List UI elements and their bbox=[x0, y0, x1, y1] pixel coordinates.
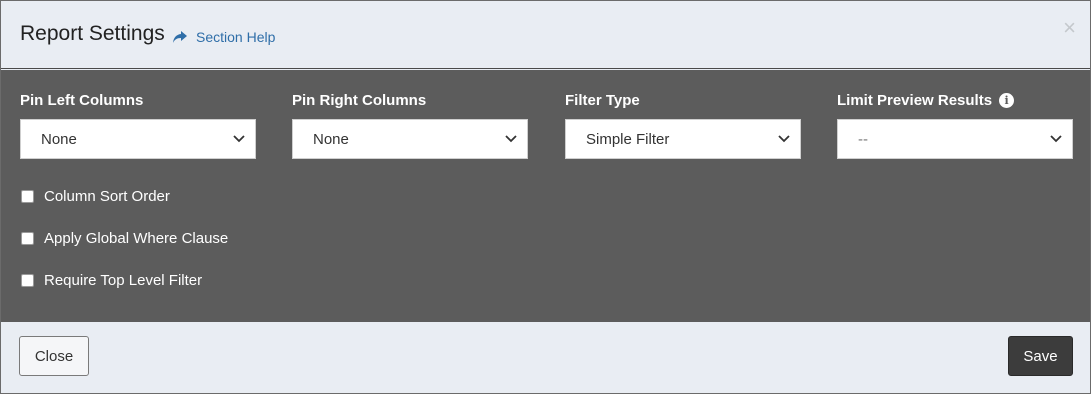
field-label: Pin Right Columns bbox=[292, 90, 528, 110]
section-help-label: Section Help bbox=[196, 29, 276, 45]
column-sort-order-checkbox[interactable] bbox=[21, 189, 34, 203]
chevron-down-icon bbox=[1050, 135, 1062, 143]
apply-global-where-clause-checkbox[interactable] bbox=[21, 231, 34, 245]
apply-global-where-clause-option[interactable]: Apply Global Where Clause bbox=[21, 228, 228, 248]
field-label: Filter Type bbox=[565, 90, 801, 110]
chevron-down-icon bbox=[778, 135, 790, 143]
limit-preview-results-label: Limit Preview Results bbox=[837, 91, 993, 109]
field-label: Pin Left Columns bbox=[20, 90, 256, 110]
checkbox-label: Require Top Level Filter bbox=[44, 271, 203, 289]
chevron-down-icon bbox=[233, 135, 245, 143]
require-top-level-filter-checkbox[interactable] bbox=[21, 273, 34, 287]
column-sort-order-option[interactable]: Column Sort Order bbox=[21, 186, 228, 206]
pin-left-columns-field: Pin Left Columns None bbox=[20, 90, 256, 159]
select-value: Simple Filter bbox=[586, 130, 670, 148]
filter-type-select[interactable]: Simple Filter bbox=[565, 119, 801, 159]
close-button[interactable]: Close bbox=[19, 336, 89, 376]
pin-right-columns-select[interactable]: None bbox=[292, 119, 528, 159]
modal-footer: Close Save bbox=[1, 322, 1090, 393]
chevron-down-icon bbox=[505, 135, 517, 143]
checkbox-label: Apply Global Where Clause bbox=[44, 229, 229, 247]
share-arrow-icon bbox=[172, 30, 188, 44]
select-value: None bbox=[41, 130, 77, 148]
pin-left-columns-label: Pin Left Columns bbox=[20, 91, 144, 109]
modal-header: Report Settings Section Help × bbox=[1, 1, 1090, 69]
limit-preview-results-field: Limit Preview Results i -- bbox=[837, 90, 1073, 159]
filter-type-label: Filter Type bbox=[565, 91, 640, 109]
options-checklist: Column Sort Order Apply Global Where Cla… bbox=[21, 186, 228, 312]
select-value: None bbox=[313, 130, 349, 148]
section-help-link[interactable]: Section Help bbox=[172, 28, 275, 46]
pin-right-columns-field: Pin Right Columns None bbox=[292, 90, 528, 159]
checkbox-label: Column Sort Order bbox=[44, 187, 170, 205]
info-circle-icon[interactable]: i bbox=[999, 92, 1015, 108]
close-icon[interactable]: × bbox=[1063, 17, 1076, 39]
field-label: Limit Preview Results i bbox=[837, 90, 1073, 110]
save-button[interactable]: Save bbox=[1008, 336, 1073, 376]
report-settings-modal: Report Settings Section Help × Pin Left … bbox=[0, 0, 1091, 394]
pin-left-columns-select[interactable]: None bbox=[20, 119, 256, 159]
filter-type-field: Filter Type Simple Filter bbox=[565, 90, 801, 159]
select-value: -- bbox=[858, 130, 868, 148]
modal-title: Report Settings bbox=[20, 22, 165, 45]
modal-body: Pin Left Columns None Pin Right Columns … bbox=[1, 70, 1090, 322]
limit-preview-results-select[interactable]: -- bbox=[837, 119, 1073, 159]
require-top-level-filter-option[interactable]: Require Top Level Filter bbox=[21, 270, 228, 290]
pin-right-columns-label: Pin Right Columns bbox=[292, 91, 427, 109]
